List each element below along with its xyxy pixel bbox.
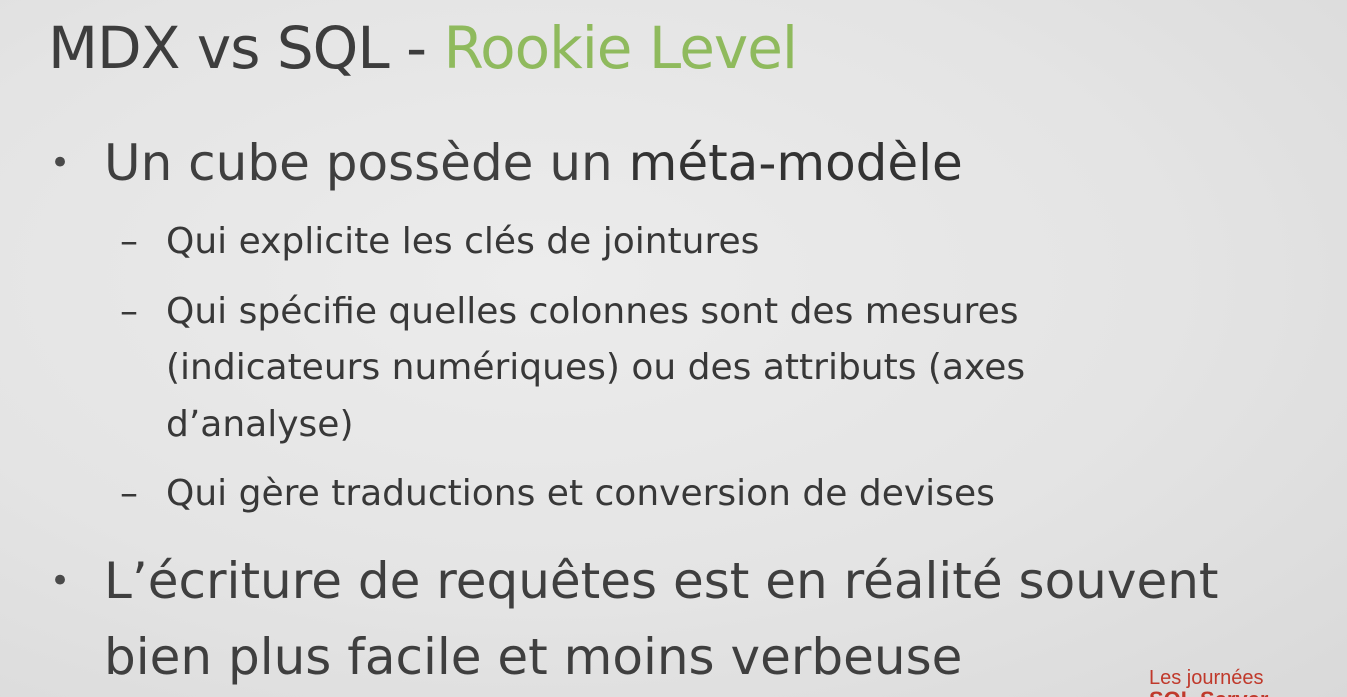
branding-line-2: SQL Server: [1149, 687, 1268, 697]
title-accent: Rookie Level: [443, 14, 798, 82]
branding-logo: Les journées SQL Server: [1149, 667, 1289, 697]
sub-bullet-2-cont-1: (indicateurs numériques) ou des attribut…: [166, 340, 1025, 396]
dash-icon: –: [120, 291, 138, 332]
sub-bullet-3: – Qui gère traductions et conversion de …: [120, 466, 995, 522]
bullet-2-line-1: L’écriture de requêtes est en réalité so…: [104, 552, 1219, 610]
slide-title: MDX vs SQL - Rookie Level: [48, 8, 798, 88]
bullet-1: • Un cube possède un méta-modèle: [50, 128, 963, 198]
dash-icon: –: [120, 473, 138, 514]
slide: MDX vs SQL - Rookie Level • Un cube poss…: [0, 0, 1347, 697]
sub-bullet-2: – Qui spécifie quelles colonnes sont des…: [120, 284, 1019, 340]
bullet-1-emphasis: méta-modèle: [628, 134, 963, 192]
bullet-1-text: Un cube possède un: [104, 134, 629, 192]
bullet-dot-icon: •: [50, 561, 71, 601]
sub-bullet-2-cont-2: d’analyse): [166, 397, 354, 453]
sub-bullet-2-line-3: d’analyse): [166, 404, 354, 445]
sub-bullet-1: – Qui explicite les clés de jointures: [120, 214, 760, 270]
sub-bullet-2-line-1: Qui spécifie quelles colonnes sont des m…: [166, 291, 1019, 332]
sub-bullet-1-text: Qui explicite les clés de jointures: [166, 221, 760, 262]
bullet-2: • L’écriture de requêtes est en réalité …: [50, 546, 1219, 616]
sub-bullet-3-text: Qui gère traductions et conversion de de…: [166, 473, 995, 514]
bullet-2-cont: bien plus facile et moins verbeuse: [104, 622, 962, 692]
bullet-2-line-2: bien plus facile et moins verbeuse: [104, 628, 963, 686]
sub-bullet-2-line-2: (indicateurs numériques) ou des attribut…: [166, 347, 1026, 388]
title-main: MDX vs SQL -: [48, 14, 444, 82]
bullet-dot-icon: •: [50, 143, 71, 183]
dash-icon: –: [120, 221, 138, 262]
